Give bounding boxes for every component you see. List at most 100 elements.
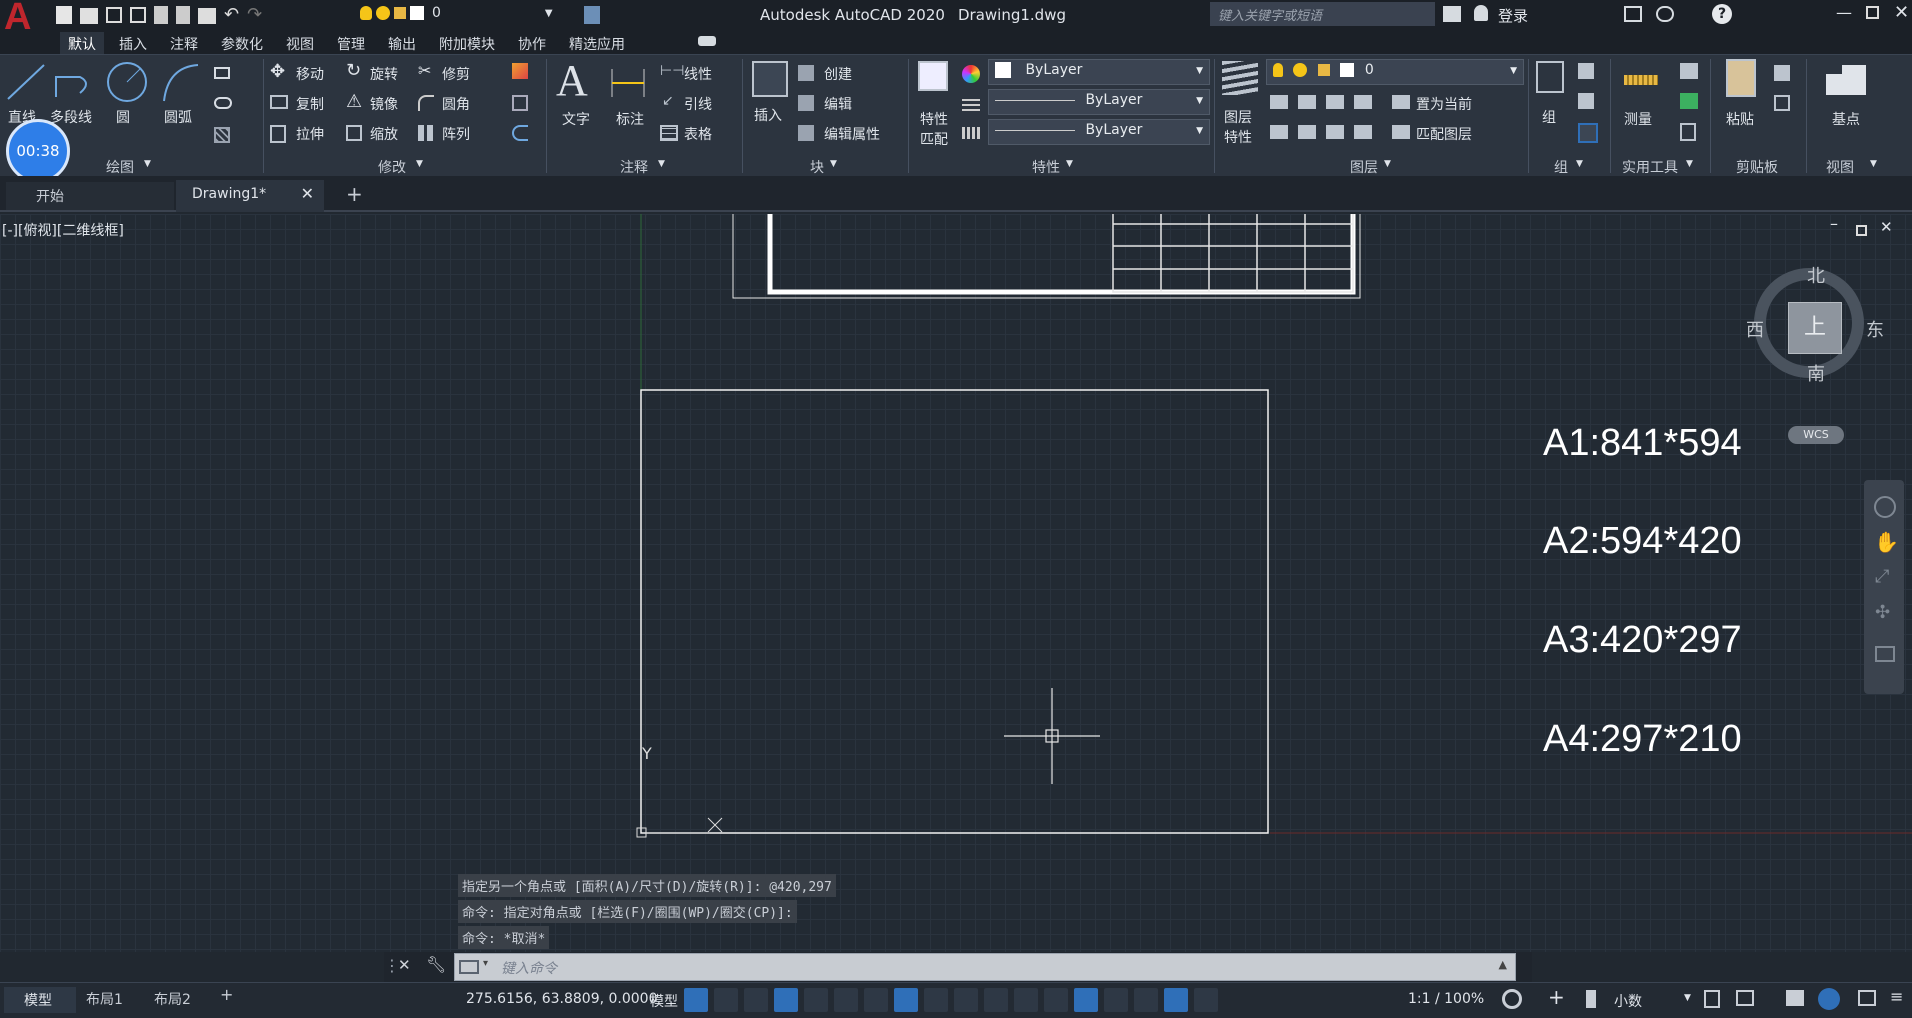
erase-icon[interactable] [512,63,528,79]
viewcube[interactable]: 上 北 南 东 西 [1740,266,1890,386]
tab-9[interactable]: 精选应用 [561,32,633,56]
object-snap-icon[interactable] [924,988,948,1012]
quick-select-icon[interactable] [1680,63,1698,79]
annotation-monitor-icon[interactable]: + [1548,985,1565,1009]
annotation-scale[interactable]: 1:1 / 100% [1408,991,1484,1007]
move-tool[interactable]: 移动 [296,64,324,84]
drawing-viewport[interactable]: [-][俯视][二维线框] – ✕ Y A1:841*594 A2:594*42… [0,214,1912,952]
annotation-panel-title[interactable]: 注释 [620,157,648,177]
circle-icon[interactable] [104,59,150,105]
auto-scale-icon[interactable] [1194,988,1218,1012]
edit-block-tool[interactable]: 编辑 [824,94,852,114]
group-tool[interactable]: 组 [1542,107,1556,127]
drawing-canvas[interactable] [0,214,1912,952]
lineweight-display-icon[interactable] [954,988,978,1012]
transparency-icon[interactable] [984,988,1008,1012]
paper-size-a2[interactable]: A2:594*420 [1543,520,1742,563]
ungroup-icon[interactable] [1578,63,1594,79]
publish-icon[interactable] [154,6,168,24]
object-snap-tracking-icon[interactable] [894,988,918,1012]
a3-rectangle[interactable] [640,389,1269,834]
tab-2[interactable]: 注释 [162,32,206,56]
tab-4[interactable]: 视图 [278,32,322,56]
group-icon[interactable] [1536,61,1564,93]
stretch-tool[interactable]: 拉伸 [296,124,324,144]
compass-west[interactable]: 西 [1746,316,1764,342]
polar-tracking-icon[interactable] [834,988,858,1012]
set-current-tool[interactable]: 置为当前 [1416,94,1472,114]
base-view-icon[interactable] [1826,65,1866,95]
calculator-icon[interactable] [1680,123,1696,141]
layer-lock-icon[interactable] [1354,95,1372,109]
polyline-icon[interactable] [50,63,96,103]
autodesk-a360-icon[interactable] [1656,6,1674,22]
tab-7[interactable]: 附加模块 [431,32,503,56]
clean-screen-icon[interactable] [1858,990,1876,1006]
layer-off-icon[interactable] [1270,95,1288,109]
copy-tool[interactable]: 复制 [296,94,324,114]
restore-button[interactable] [1866,6,1879,19]
select-all-icon[interactable] [1680,93,1698,109]
match-properties-label-2[interactable]: 匹配 [920,129,948,149]
leader-tool[interactable]: 引线 [684,94,712,114]
new-tab-icon[interactable]: + [346,182,363,206]
layer-properties-icon[interactable] [1222,61,1258,95]
layer-unlock-icon[interactable] [1354,125,1372,139]
group-selection-icon[interactable] [1578,123,1598,143]
linear-tool[interactable]: 线性 [684,64,712,84]
outer-frame[interactable] [732,214,1361,299]
layer-dropdown[interactable]: 0 ▼ [1266,59,1524,85]
layer-isolate-icon[interactable] [1298,95,1316,109]
array-tool[interactable]: 阵列 [442,124,470,144]
table-tool[interactable]: 表格 [684,124,712,144]
command-input[interactable]: ▾ 键入命令 ▲ [454,953,1516,981]
infer-constraints-icon[interactable] [744,988,768,1012]
cart-icon[interactable] [1624,6,1642,22]
compass-north[interactable]: 北 [1807,262,1825,288]
print-icon[interactable] [198,8,216,24]
wcs-menu[interactable]: WCS [1788,426,1844,444]
lock-ui-icon[interactable] [1736,990,1754,1006]
layer-thaw-icon[interactable] [1326,125,1344,139]
model-space-toggle[interactable]: 模型 [650,991,678,1011]
rotate-tool[interactable]: 旋转 [370,64,398,84]
add-layout-icon[interactable]: + [220,985,233,1004]
scale-tool[interactable]: 缩放 [370,124,398,144]
save-icon[interactable] [106,7,122,23]
open-folder-icon[interactable] [80,8,98,24]
layer-on-icon[interactable] [1270,125,1288,139]
dimension-icon[interactable] [608,63,648,103]
customize-wrench-icon[interactable]: 🔧︎ [426,955,446,974]
ribbon-options-icon[interactable] [698,36,716,46]
layer-freeze-icon[interactable] [1326,95,1344,109]
hatch-icon[interactable] [214,127,230,143]
viewcube-top-face[interactable]: 上 [1788,302,1842,354]
tab-drawing1[interactable]: Drawing1* ✕ [176,180,324,212]
tab-0[interactable]: 默认 [60,32,104,56]
compass-south[interactable]: 南 [1807,360,1825,386]
dimension-tool[interactable]: 标注 [616,109,644,129]
3d-osnap-icon[interactable] [1044,988,1068,1012]
linetype-dropdown[interactable]: ByLayer ▼ [988,89,1210,115]
export-icon[interactable] [176,6,190,24]
close-icon[interactable]: ✕ [301,184,314,203]
help-icon[interactable]: ? [1712,4,1732,24]
line-icon[interactable] [4,61,48,105]
trim-tool[interactable]: 修剪 [442,64,470,84]
isometric-icon[interactable] [864,988,888,1012]
dynamic-input-icon[interactable] [774,988,798,1012]
customization-icon[interactable]: ≡ [1890,987,1903,1006]
coordinates-readout[interactable]: 275.6156, 63.8809, 0.0000 [466,991,657,1007]
paper-size-a4[interactable]: A4:297*210 [1543,718,1742,761]
dynamic-ucs-icon[interactable] [1074,988,1098,1012]
explode-icon[interactable] [512,95,528,111]
modify-panel-title[interactable]: 修改 [378,157,406,177]
selection-cycling-icon[interactable] [1014,988,1038,1012]
tab-layout2[interactable]: 布局2 [154,989,191,1009]
showmotion-icon[interactable] [1875,646,1895,662]
login-button[interactable]: 登录 [1498,5,1528,26]
create-block-tool[interactable]: 创建 [824,64,852,84]
edit-attribute-tool[interactable]: 编辑属性 [824,124,880,144]
close-button[interactable]: ✕ [1894,2,1909,23]
mirror-tool[interactable]: 镜像 [370,94,398,114]
